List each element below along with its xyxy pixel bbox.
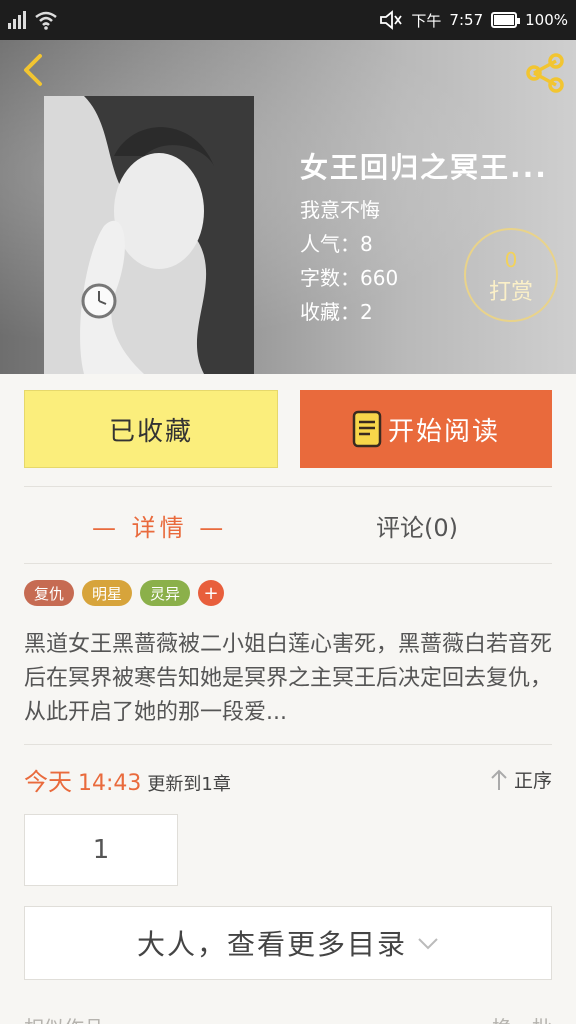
similar-works-heading: 相似作品	[24, 1012, 104, 1024]
tab-comments[interactable]: 评论(0)	[376, 508, 458, 543]
arrow-up-icon	[491, 769, 507, 790]
tag[interactable]: 明星	[82, 580, 133, 606]
tag-list: 复仇 明星 灵异 +	[24, 580, 225, 606]
divider	[24, 486, 552, 487]
collected-button[interactable]: 已收藏	[24, 390, 278, 468]
battery-icon	[491, 12, 521, 28]
tag[interactable]: 灵异	[140, 580, 191, 606]
mute-icon	[380, 10, 403, 30]
book-description[interactable]: 黑道女王黑蔷薇被二小姐白莲心害死，黑蔷薇白若音死后在冥界被寒告知她是冥界之主冥王…	[24, 628, 554, 730]
collected-label: 已收藏	[108, 416, 193, 447]
start-reading-button[interactable]: 开始阅读	[300, 390, 552, 468]
tab-detail[interactable]: — 详情 —	[92, 508, 227, 543]
cover-image	[44, 96, 254, 374]
wifi-icon	[35, 11, 57, 30]
sort-order-toggle[interactable]: 正序	[490, 766, 552, 793]
update-text: 更新到1章	[147, 774, 231, 795]
chevron-left-icon[interactable]	[14, 50, 54, 90]
more-catalog-label: 大人，查看更多目录	[136, 928, 407, 961]
word-count: 字数：660	[300, 266, 399, 290]
tip-button[interactable]: 0 打赏	[464, 228, 558, 322]
chevron-down-icon	[418, 938, 438, 950]
popularity: 人气：8	[300, 232, 373, 256]
divider	[24, 563, 552, 564]
tip-label: 打赏	[488, 280, 533, 305]
status-left	[8, 10, 58, 30]
book-header: 女王回归之冥王... 我意不悔 人气：8 字数：660 收藏：2 0 打赏	[0, 40, 576, 374]
signal-icon	[8, 11, 26, 29]
book-cover[interactable]	[44, 96, 254, 374]
status-bar: 下午 7:57 100%	[0, 0, 576, 40]
battery-fill	[494, 15, 515, 25]
book-title: 女王回归之冥王...	[300, 151, 548, 184]
clock: 7:57	[449, 11, 484, 29]
battery-percent: 100%	[525, 11, 568, 29]
change-batch-button[interactable]: 换一批	[492, 1012, 552, 1024]
share-icon[interactable]	[522, 50, 568, 96]
chapter-number: 1	[92, 835, 110, 865]
tag[interactable]: 复仇	[24, 580, 75, 606]
add-tag-button[interactable]: +	[198, 580, 225, 606]
update-time: 14:43	[78, 771, 142, 796]
divider	[24, 744, 552, 745]
start-reading-label: 开始阅读	[387, 416, 500, 447]
author-name[interactable]: 我意不悔	[300, 194, 380, 223]
chapter-item[interactable]: 1	[24, 814, 178, 886]
update-day: 今天	[24, 768, 72, 796]
status-right: 下午 7:57 100%	[379, 9, 568, 31]
time-prefix: 下午	[411, 11, 442, 30]
favorites-count: 收藏：2	[300, 300, 373, 324]
sort-order-label: 正序	[513, 770, 552, 792]
update-info: 今天 14:43 更新到1章	[24, 762, 231, 797]
book-icon	[352, 410, 382, 448]
tip-count: 0	[504, 248, 518, 272]
more-catalog-button[interactable]: 大人，查看更多目录	[24, 906, 552, 980]
